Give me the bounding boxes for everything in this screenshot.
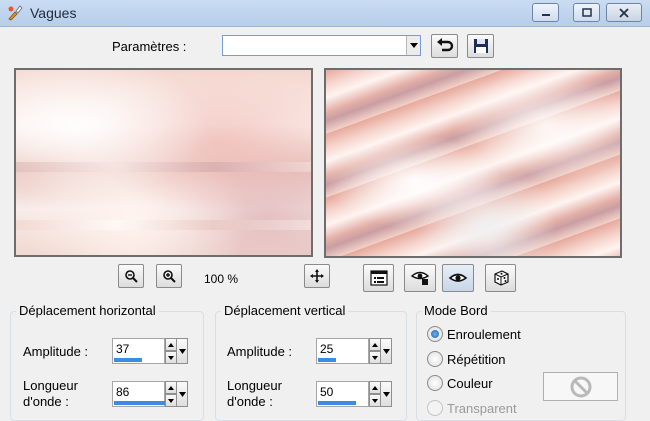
save-disk-icon xyxy=(473,39,488,53)
v-wavelength-input[interactable]: 50 xyxy=(316,381,369,407)
radio-wrap-label[interactable]: Enroulement xyxy=(447,327,521,342)
app-brush-icon xyxy=(8,5,23,21)
chevron-down-icon[interactable] xyxy=(380,338,392,364)
minimize-button[interactable] xyxy=(532,3,559,22)
params-dropdown[interactable] xyxy=(222,35,421,56)
zoom-out-icon xyxy=(125,270,138,283)
radio-transparent xyxy=(427,400,443,416)
chevron-down-icon[interactable] xyxy=(380,381,392,407)
v-wavelength-value: 50 xyxy=(320,385,334,399)
randomize-button[interactable] xyxy=(485,264,516,292)
v-wavelength-dropdown[interactable] xyxy=(380,381,392,407)
params-dropdown-arrow[interactable] xyxy=(406,36,420,55)
dice-icon xyxy=(493,270,509,286)
v-amplitude-input[interactable]: 25 xyxy=(316,338,369,364)
original-preview[interactable] xyxy=(14,68,313,257)
h-wavelength-label-2: d'onde : xyxy=(23,394,69,409)
radio-repeat-label[interactable]: Répétition xyxy=(447,352,506,367)
chevron-down-icon[interactable] xyxy=(176,381,188,407)
zoom-out-button[interactable] xyxy=(118,264,144,288)
h-wavelength-dropdown[interactable] xyxy=(176,381,188,407)
vertical-group-title: Déplacement vertical xyxy=(221,303,349,318)
params-label: Paramètres : xyxy=(112,39,187,54)
zoom-level: 100 % xyxy=(204,272,239,286)
eye-icon xyxy=(448,273,468,282)
zoom-in-button[interactable] xyxy=(156,264,182,288)
v-amplitude-level-bar xyxy=(318,358,336,362)
h-wavelength-level-bar xyxy=(114,401,165,405)
chevron-down-icon[interactable] xyxy=(176,338,188,364)
h-wavelength-label: Longueur xyxy=(23,378,78,393)
h-amplitude-label: Amplitude : xyxy=(23,344,89,359)
h-wavelength-value: 86 xyxy=(116,385,130,399)
maximize-button[interactable] xyxy=(573,3,600,22)
v-wavelength-label-2: d'onde : xyxy=(227,394,273,409)
save-preset-button[interactable] xyxy=(467,34,494,58)
proof-button[interactable] xyxy=(404,264,436,292)
v-wavelength-label: Longueur xyxy=(227,378,282,393)
minimize-icon xyxy=(541,13,550,16)
layout-toggle-button[interactable] xyxy=(363,264,394,292)
pan-button[interactable] xyxy=(304,264,330,288)
maximize-icon xyxy=(581,7,592,17)
radio-color-label[interactable]: Couleur xyxy=(447,376,493,391)
radio-repeat[interactable] xyxy=(427,351,443,367)
preview-streak xyxy=(16,220,311,230)
eye-lock-icon xyxy=(410,271,430,285)
radio-transparent-label: Transparent xyxy=(447,401,517,416)
window-title: Vagues xyxy=(30,5,77,21)
v-wavelength-level-bar xyxy=(318,401,356,405)
h-amplitude-value: 37 xyxy=(116,342,130,356)
preview-streak xyxy=(16,162,311,172)
auto-proof-button[interactable] xyxy=(442,264,474,292)
radio-wrap[interactable] xyxy=(427,326,443,342)
h-amplitude-dropdown[interactable] xyxy=(176,338,188,364)
edge-color-swatch[interactable] xyxy=(543,372,618,401)
no-color-icon xyxy=(570,376,591,397)
zoom-in-icon xyxy=(163,270,176,283)
reset-button[interactable] xyxy=(431,34,458,58)
close-button[interactable] xyxy=(606,3,642,22)
radio-color[interactable] xyxy=(427,375,443,391)
title-bar: Vagues xyxy=(0,0,650,27)
chevron-down-icon xyxy=(409,42,418,48)
h-amplitude-level-bar xyxy=(114,358,142,362)
v-amplitude-label: Amplitude : xyxy=(227,344,293,359)
edge-mode-title: Mode Bord xyxy=(421,303,491,318)
h-amplitude-input[interactable]: 37 xyxy=(112,338,165,364)
result-preview[interactable] xyxy=(324,68,622,258)
v-amplitude-dropdown[interactable] xyxy=(380,338,392,364)
undo-arrow-icon xyxy=(436,38,453,52)
move-cross-icon xyxy=(310,269,324,283)
window-layout-icon xyxy=(369,270,388,286)
v-amplitude-value: 25 xyxy=(320,342,334,356)
h-wavelength-input[interactable]: 86 xyxy=(112,381,165,407)
horizontal-group-title: Déplacement horizontal xyxy=(16,303,159,318)
close-icon xyxy=(619,7,629,18)
